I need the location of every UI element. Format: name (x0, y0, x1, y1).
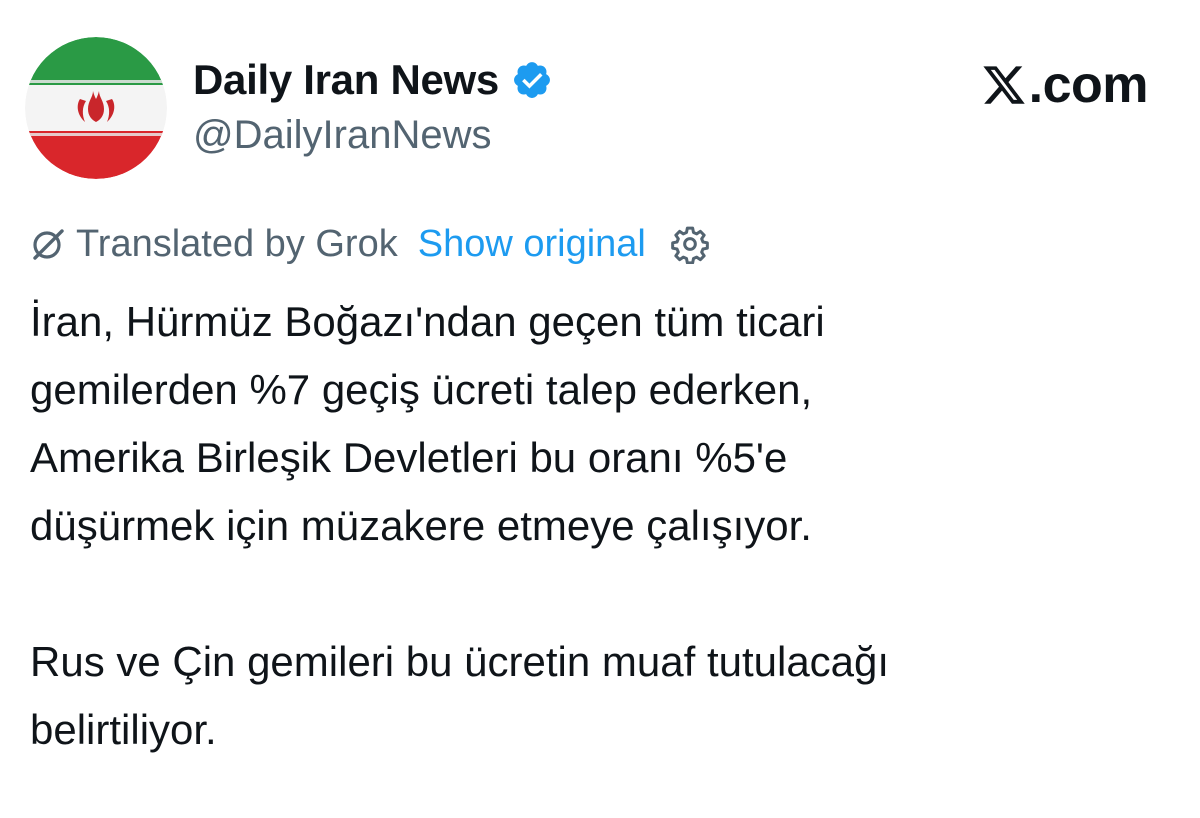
grok-icon (30, 226, 66, 262)
x-logo-icon (981, 62, 1027, 108)
display-name[interactable]: Daily Iran News (193, 56, 499, 104)
avatar[interactable] (25, 37, 167, 179)
text-line: belirtiliyor. (30, 706, 217, 753)
iran-flag-avatar (25, 37, 167, 179)
tweet-paragraph: İran, Hürmüz Boğazı'ndan geçen tüm ticar… (30, 288, 1170, 560)
text-line: İran, Hürmüz Boğazı'ndan geçen tüm ticar… (30, 298, 825, 345)
text-line: Amerika Birleşik Devletleri bu oranı %5'… (30, 434, 788, 481)
verified-badge-icon (511, 59, 553, 101)
translated-by-label: Translated by Grok (76, 222, 398, 265)
translation-row: Translated by Grok Show original (30, 218, 710, 270)
x-brand: .com (981, 55, 1149, 115)
text-line: düşürmek için müzakere etmeye çalışıyor. (30, 502, 812, 549)
author-name-row: Daily Iran News (193, 52, 553, 108)
author-handle[interactable]: @DailyIranNews (193, 113, 491, 158)
tweet-paragraph: Rus ve Çin gemileri bu ücretin muaf tutu… (30, 628, 1170, 764)
text-line: Rus ve Çin gemileri bu ücretin muaf tutu… (30, 638, 890, 685)
tweet-card[interactable]: Daily Iran News @DailyIranNews .com Tran… (0, 0, 1200, 818)
text-line: gemilerden %7 geçiş ücreti talep ederken… (30, 366, 813, 413)
gear-icon[interactable] (670, 224, 710, 265)
brand-domain: .com (1028, 56, 1149, 114)
show-original-link[interactable]: Show original (418, 223, 646, 266)
tweet-text: İran, Hürmüz Boğazı'ndan geçen tüm ticar… (30, 288, 1170, 764)
